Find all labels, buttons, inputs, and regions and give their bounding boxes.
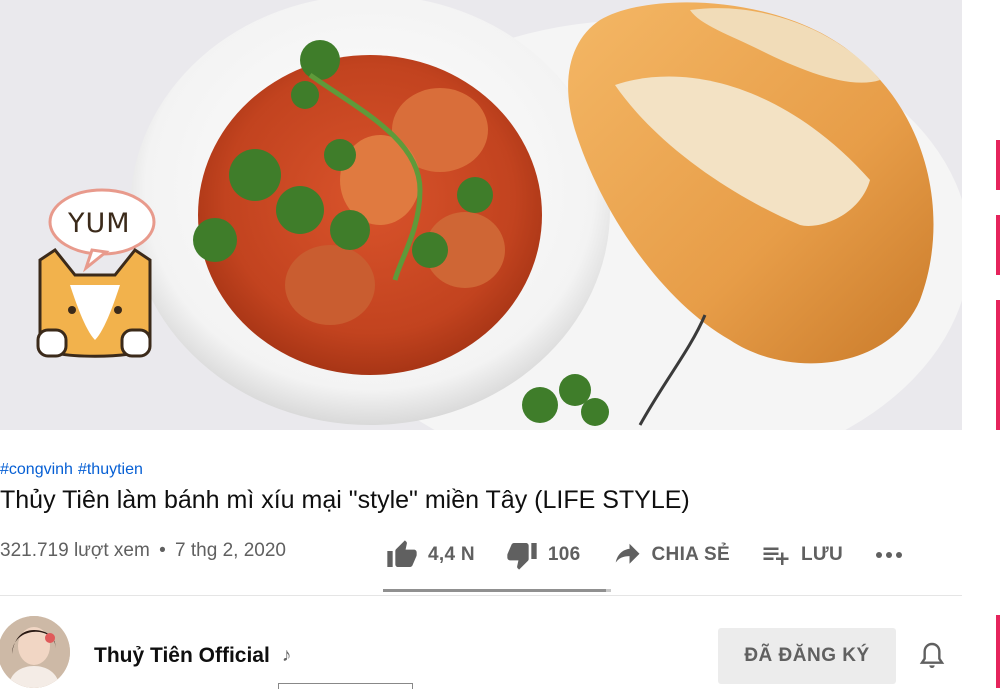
video-meta: 321.719 lượt xem • 7 thg 2, 2020 bbox=[0, 540, 286, 562]
channel-avatar[interactable] bbox=[0, 616, 70, 688]
music-note-icon: ♪ bbox=[281, 645, 292, 666]
like-button[interactable]: 4,4 N bbox=[385, 539, 475, 571]
thumbs-up-icon bbox=[387, 540, 417, 567]
like-count: 4,4 N bbox=[428, 544, 475, 565]
sentiment-bar-fill bbox=[383, 589, 606, 592]
hashtags: #congvinh #thuytien bbox=[0, 461, 148, 479]
channel-name-row: Thuỷ Tiên Official ♪ bbox=[94, 644, 291, 668]
channel-name[interactable]: Thuỷ Tiên Official bbox=[94, 644, 270, 668]
save-button[interactable]: LƯU bbox=[760, 540, 843, 570]
side-accent bbox=[996, 615, 1000, 688]
side-strip bbox=[962, 0, 1000, 688]
sentiment-bar bbox=[383, 589, 611, 592]
avatar-image bbox=[0, 616, 70, 688]
more-horizontal-icon bbox=[876, 552, 902, 558]
playlist-add-icon bbox=[763, 547, 789, 565]
dislike-button[interactable]: 106 bbox=[505, 539, 581, 571]
side-accent bbox=[996, 140, 1000, 190]
save-label: LƯU bbox=[801, 544, 843, 565]
publish-date: 7 thg 2, 2020 bbox=[175, 540, 286, 561]
side-accent bbox=[996, 215, 1000, 275]
view-count: 321.719 lượt xem bbox=[0, 540, 150, 561]
subscribed-button[interactable]: ĐÃ ĐĂNG KÝ bbox=[718, 628, 896, 684]
thumbs-down-icon bbox=[507, 543, 537, 570]
divider bbox=[0, 595, 962, 596]
video-player[interactable]: YUM bbox=[0, 0, 962, 430]
video-frame-image bbox=[0, 0, 962, 430]
sticker-text: YUM bbox=[68, 208, 131, 239]
action-bar: 4,4 N 106 CHIA SẺ LƯU bbox=[385, 531, 905, 579]
meta-separator: • bbox=[159, 540, 166, 561]
hashtag-link[interactable]: #thuytien bbox=[78, 461, 143, 478]
next-section-edge bbox=[278, 683, 413, 689]
video-title: Thủy Tiên làm bánh mì xíu mại "style" mi… bbox=[0, 486, 690, 514]
notification-bell-button[interactable] bbox=[916, 640, 948, 677]
hashtag-link[interactable]: #congvinh bbox=[0, 461, 73, 478]
bell-icon bbox=[919, 642, 945, 668]
share-icon bbox=[615, 543, 640, 564]
share-label: CHIA SẺ bbox=[651, 544, 730, 565]
dislike-count: 106 bbox=[547, 544, 581, 565]
share-button[interactable]: CHIA SẺ bbox=[611, 540, 730, 570]
side-accent bbox=[996, 300, 1000, 430]
more-actions-button[interactable] bbox=[873, 540, 905, 570]
